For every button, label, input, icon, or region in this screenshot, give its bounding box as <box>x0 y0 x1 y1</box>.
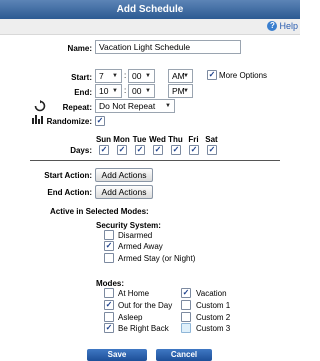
security-system-label: Security System: <box>96 221 161 230</box>
mode-custom-1-checkbox[interactable] <box>181 300 191 310</box>
chevron-down-icon: ▼ <box>165 103 171 109</box>
day-label-thu: Thu <box>168 135 183 144</box>
day-label-mon: Mon <box>113 135 130 144</box>
start-ampm-select[interactable]: AM ▼ <box>168 69 193 83</box>
security-armed-stay-label: Armed Stay (or Night) <box>118 254 196 263</box>
security-armed-stay-checkbox[interactable] <box>104 253 114 263</box>
end-hour-select[interactable]: 10 ▼ <box>95 84 122 98</box>
mode-be-right-back-checkbox[interactable]: ✓ <box>104 323 114 333</box>
chevron-down-icon: ▼ <box>183 88 189 94</box>
chevron-down-icon: ▼ <box>145 88 151 94</box>
day-checkbox-sat[interactable]: ✓ <box>207 145 217 155</box>
mode-vacation-checkbox[interactable]: ✓ <box>181 288 191 298</box>
save-button[interactable]: Save <box>87 349 147 361</box>
security-armed-away-label: Armed Away <box>118 242 163 251</box>
start-add-actions-button[interactable]: Add Actions <box>95 168 153 182</box>
end-minute-select[interactable]: 00 ▼ <box>128 84 155 98</box>
mode-at-home-label: At Home <box>118 289 150 298</box>
repeat-value: Do Not Repeat <box>99 101 156 111</box>
chevron-down-icon: ▼ <box>112 88 118 94</box>
start-minute-value: 00 <box>132 71 142 81</box>
security-disarmed-checkbox[interactable] <box>104 230 114 240</box>
randomize-checkbox[interactable]: ✓ <box>95 116 105 126</box>
day-checkbox-tue[interactable]: ✓ <box>135 145 145 155</box>
dialog-title: Add Schedule <box>0 0 300 19</box>
day-checkbox-wed[interactable]: ✓ <box>153 145 163 155</box>
repeat-select[interactable]: Do Not Repeat ▼ <box>95 99 175 113</box>
end-add-actions-button[interactable]: Add Actions <box>95 185 153 199</box>
start-label: Start: <box>71 73 92 82</box>
name-label: Name: <box>67 44 92 53</box>
day-label-tue: Tue <box>132 135 147 144</box>
mode-out-for-day-label: Out for the Day <box>118 301 173 310</box>
day-checkbox-thu[interactable]: ✓ <box>171 145 181 155</box>
time-separator: : <box>124 71 127 80</box>
mode-out-for-day-checkbox[interactable]: ✓ <box>104 300 114 310</box>
start-hour-select[interactable]: 7 ▼ <box>95 69 122 83</box>
chevron-down-icon: ▼ <box>183 73 189 79</box>
help-label: Help <box>279 21 298 31</box>
end-ampm-select[interactable]: PM ▼ <box>168 84 193 98</box>
modes-label: Modes: <box>96 279 124 288</box>
day-label-fri: Fri <box>188 135 199 144</box>
chevron-down-icon: ▼ <box>145 73 151 79</box>
chevron-down-icon: ▼ <box>112 73 118 79</box>
section-divider <box>30 160 280 161</box>
mode-custom-3-label: Custom 3 <box>196 324 231 333</box>
security-armed-away-checkbox[interactable]: ✓ <box>104 241 114 251</box>
help-bar: ? Help <box>0 19 300 35</box>
mode-at-home-checkbox[interactable] <box>104 288 114 298</box>
mode-custom-3-checkbox[interactable] <box>181 323 191 333</box>
day-checkbox-mon[interactable]: ✓ <box>117 145 127 155</box>
mode-custom-2-checkbox[interactable] <box>181 312 191 322</box>
end-action-label: End Action: <box>47 188 92 197</box>
mode-custom-1-label: Custom 1 <box>196 301 231 310</box>
more-options-checkbox[interactable]: ✓ <box>207 70 217 80</box>
start-minute-select[interactable]: 00 ▼ <box>128 69 155 83</box>
help-icon: ? <box>267 21 278 31</box>
help-link[interactable]: ? Help <box>267 21 298 31</box>
active-modes-label: Active in Selected Modes: <box>50 207 149 216</box>
end-minute-value: 00 <box>132 86 142 96</box>
day-checkbox-fri[interactable]: ✓ <box>189 145 199 155</box>
day-label-sun: Sun <box>95 135 112 144</box>
end-label: End: <box>74 88 92 97</box>
mode-asleep-label: Asleep <box>118 313 143 322</box>
repeat-label: Repeat: <box>62 103 92 112</box>
mode-be-right-back-label: Be Right Back <box>118 324 169 333</box>
name-input[interactable]: Vacation Light Schedule <box>95 40 241 54</box>
more-options-label: More Options <box>219 71 268 80</box>
day-checkbox-sun[interactable]: ✓ <box>99 145 109 155</box>
mode-asleep-checkbox[interactable] <box>104 312 114 322</box>
cancel-button[interactable]: Cancel <box>156 349 212 361</box>
start-hour-value: 7 <box>99 71 104 81</box>
day-label-sat: Sat <box>205 135 218 144</box>
start-action-label: Start Action: <box>44 171 92 180</box>
mode-custom-2-label: Custom 2 <box>196 313 231 322</box>
mode-vacation-label: Vacation <box>196 289 227 298</box>
end-hour-value: 10 <box>99 86 109 96</box>
randomize-label: Randomize: <box>46 117 92 126</box>
days-label: Days: <box>70 146 92 155</box>
time-separator: : <box>124 86 127 95</box>
day-label-wed: Wed <box>149 135 166 144</box>
security-disarmed-label: Disarmed <box>118 231 153 240</box>
